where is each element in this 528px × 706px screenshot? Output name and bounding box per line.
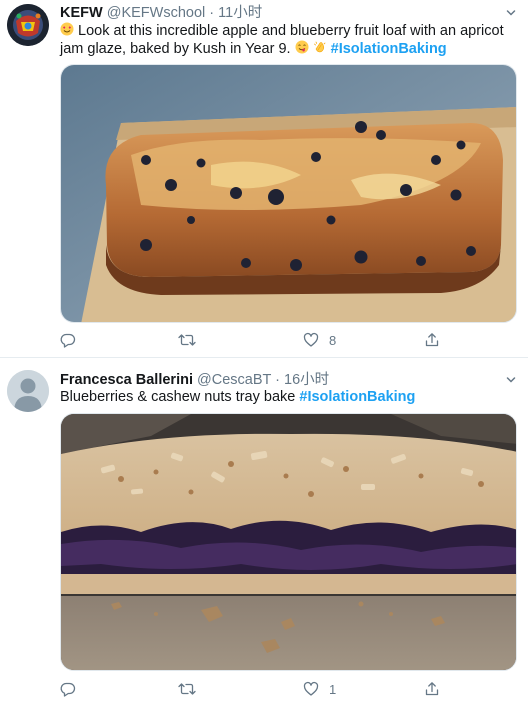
default-profile-icon bbox=[7, 370, 49, 412]
like-icon bbox=[303, 332, 319, 347]
reply-button[interactable] bbox=[60, 679, 86, 699]
tweet-text-body: Blueberries & cashew nuts tray bake bbox=[60, 389, 300, 405]
like-count: 1 bbox=[329, 681, 337, 697]
hashtag-link[interactable]: #IsolationBaking bbox=[299, 389, 415, 405]
share-icon bbox=[425, 333, 439, 347]
tweet-text: Look at this incredible apple and bluebe… bbox=[60, 22, 520, 58]
loaf-photo bbox=[61, 65, 516, 322]
user-handle[interactable]: @KEFWschool bbox=[107, 5, 206, 21]
avatar[interactable] bbox=[7, 4, 49, 46]
share-button[interactable] bbox=[424, 679, 450, 699]
tweet-header: KEFW @KEFWschool · 11小时 bbox=[60, 4, 262, 22]
retweet-icon bbox=[178, 334, 196, 346]
display-name[interactable]: KEFW bbox=[60, 5, 103, 21]
display-name[interactable]: Francesca Ballerini bbox=[60, 372, 193, 388]
tweet-image[interactable] bbox=[60, 413, 517, 671]
retweet-button[interactable] bbox=[178, 679, 206, 699]
timestamp[interactable]: 16小时 bbox=[284, 372, 329, 388]
chevron-down-icon[interactable] bbox=[506, 375, 516, 385]
tweet-divider bbox=[0, 357, 528, 358]
timestamp[interactable]: 11小时 bbox=[218, 5, 262, 21]
separator-dot: · bbox=[209, 5, 215, 21]
like-count: 8 bbox=[329, 332, 337, 348]
retweet-button[interactable] bbox=[178, 330, 206, 350]
tweet-header: Francesca Ballerini @CescaBT · 16小时 bbox=[60, 371, 329, 389]
hashtag-link[interactable]: #IsolationBaking bbox=[331, 41, 447, 57]
tweet-card[interactable]: KEFW @KEFWschool · 11小时 Look at this inc… bbox=[0, 0, 528, 358]
separator-dot: · bbox=[275, 372, 280, 388]
tweet-actions: 8 bbox=[60, 330, 460, 350]
avatar[interactable] bbox=[7, 370, 49, 412]
chevron-down-icon[interactable] bbox=[506, 8, 516, 18]
user-handle[interactable]: @CescaBT bbox=[197, 372, 271, 388]
clapping-hands-icon bbox=[313, 40, 327, 57]
traybake-photo bbox=[61, 414, 516, 670]
share-button[interactable] bbox=[424, 330, 450, 350]
reply-icon bbox=[60, 682, 76, 697]
share-icon bbox=[425, 682, 439, 696]
tweet-image[interactable] bbox=[60, 64, 517, 323]
like-button[interactable]: 1 bbox=[303, 679, 336, 699]
face-savoring-food-icon bbox=[295, 40, 309, 57]
like-icon bbox=[303, 681, 319, 696]
tweet-actions: 1 bbox=[60, 679, 460, 699]
reply-button[interactable] bbox=[60, 330, 86, 350]
tweet-text: Blueberries & cashew nuts tray bake #Iso… bbox=[60, 388, 520, 406]
reply-icon bbox=[60, 333, 76, 348]
smiling-face-hearts-icon bbox=[60, 22, 74, 39]
retweet-icon bbox=[178, 683, 196, 695]
like-button[interactable]: 8 bbox=[303, 330, 336, 350]
